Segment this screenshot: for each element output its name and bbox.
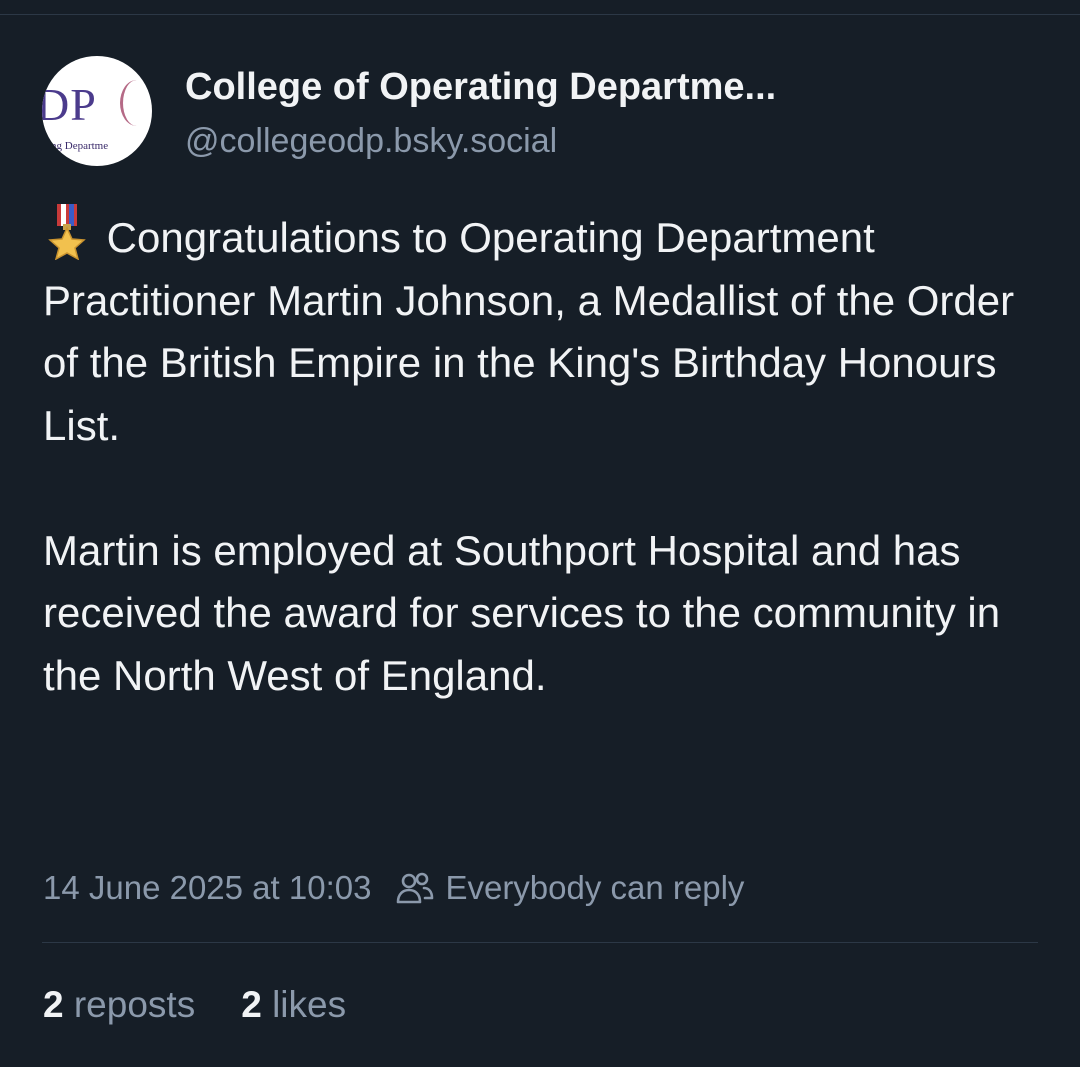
- post-meta: 14 June 2025 at 10:03 Everybody can repl…: [43, 866, 744, 910]
- post-header: DP ating Departme College of Operating D…: [42, 56, 1042, 168]
- post-paragraph-1-text: Congratulations to Operating Department …: [43, 214, 1015, 449]
- post-text: Congratulations to Operating Department …: [43, 204, 1043, 707]
- post-paragraph-1: Congratulations to Operating Department …: [43, 204, 1043, 457]
- author-display-name[interactable]: College of Operating Departme...: [185, 66, 776, 109]
- people-icon: [395, 871, 435, 905]
- military-medal-icon: [43, 204, 91, 261]
- post-thread-view: DP ating Departme College of Operating D…: [0, 0, 1080, 1067]
- author-handle[interactable]: @collegeodp.bsky.social: [185, 122, 557, 161]
- likes-stat[interactable]: 2 likes: [241, 984, 346, 1026]
- avatar-logo-subtext: ating Departme: [42, 140, 109, 152]
- avatar-logo-arc: [120, 80, 152, 126]
- post-timestamp[interactable]: 14 June 2025 at 10:03: [43, 869, 371, 907]
- reposts-count: 2: [43, 984, 64, 1025]
- avatar-logo-text: DP: [42, 79, 97, 130]
- reposts-label: reposts: [73, 984, 196, 1025]
- likes-label: likes: [272, 984, 347, 1025]
- author-avatar[interactable]: DP ating Departme: [42, 56, 152, 166]
- reposts-stat[interactable]: 2 reposts: [43, 984, 195, 1026]
- top-divider: [0, 14, 1080, 15]
- reply-setting-label: Everybody can reply: [445, 869, 745, 906]
- post-paragraph-2: Martin is employed at Southport Hospital…: [43, 526, 1001, 699]
- likes-count: 2: [241, 984, 262, 1025]
- stats-divider: [42, 942, 1038, 943]
- post-stats: 2 reposts 2 likes: [43, 984, 392, 1026]
